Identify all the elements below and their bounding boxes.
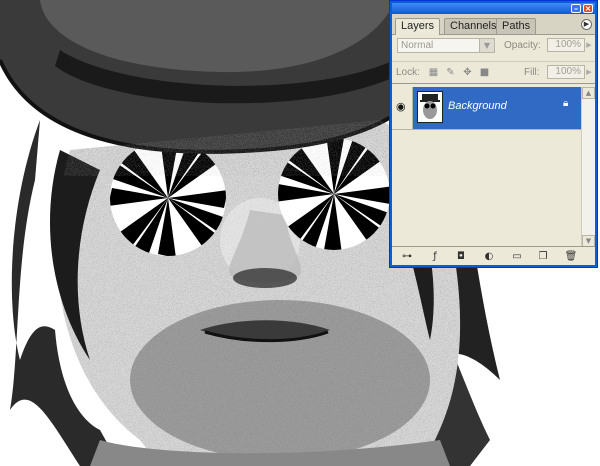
chevron-down-icon: ▼ <box>479 39 494 52</box>
blend-mode-value: Normal <box>401 40 434 51</box>
minimize-button[interactable]: – <box>571 4 581 13</box>
new-layer-icon[interactable]: ❐ <box>536 250 550 263</box>
new-group-icon[interactable]: ▭ <box>510 250 524 263</box>
fill-label: Fill: <box>524 67 540 78</box>
lock-all-icon[interactable]: ■ <box>479 67 490 78</box>
layer-row-background[interactable]: ◉ Background 🔒︎ <box>392 87 581 130</box>
palette-bottom-bar: ⊶ ƒ ◘ ◐ ▭ ❐ 🗑︎ <box>392 246 595 265</box>
palette-menu-icon[interactable]: ▶ <box>581 19 592 30</box>
palette-tabbar: Layers Channels Paths ▶ <box>392 14 595 35</box>
layer-mask-icon[interactable]: ◘ <box>454 250 468 263</box>
tab-paths[interactable]: Paths <box>496 18 537 34</box>
link-layers-icon[interactable]: ⊶ <box>400 250 414 263</box>
opacity-field[interactable]: 100% <box>547 38 585 52</box>
layers-palette: – × Layers Channels Paths ▶ Normal ▼ Opa… <box>389 0 598 268</box>
lock-pixels-icon[interactable]: ✎ <box>445 67 456 78</box>
layer-name: Background <box>448 100 507 112</box>
lock-label: Lock: <box>396 67 420 78</box>
layer-style-icon[interactable]: ƒ <box>428 250 442 263</box>
lock-icon: 🔒︎ <box>563 98 569 109</box>
adjustment-layer-icon[interactable]: ◐ <box>482 250 496 263</box>
delete-layer-icon[interactable]: 🗑︎ <box>564 250 578 263</box>
visibility-toggle[interactable]: ◉ <box>392 87 413 129</box>
layer-thumbnail <box>417 91 443 123</box>
opacity-label: Opacity: <box>504 40 541 51</box>
scroll-up-icon[interactable]: ▲ <box>582 87 595 99</box>
tab-layers[interactable]: Layers <box>395 18 441 35</box>
thumbnail-image <box>420 94 440 119</box>
blend-row: Normal ▼ Opacity: 100% ▶ <box>392 36 595 56</box>
tab-channels[interactable]: Channels <box>444 18 503 34</box>
close-button[interactable]: × <box>583 4 593 13</box>
eye-icon: ◉ <box>396 100 406 113</box>
palette-titlebar[interactable]: – × <box>392 3 595 14</box>
lock-row: Lock: ▦ ✎ ✥ ■ Fill: 100% ▶ <box>392 61 595 82</box>
blend-mode-select[interactable]: Normal ▼ <box>397 38 495 53</box>
layers-scrollbar[interactable]: ▲ ▼ <box>581 87 595 247</box>
fill-arrow-icon[interactable]: ▶ <box>585 65 593 79</box>
lock-transparent-icon[interactable]: ▦ <box>428 67 439 78</box>
lock-position-icon[interactable]: ✥ <box>462 67 473 78</box>
fill-field[interactable]: 100% <box>547 65 585 79</box>
layers-list: ◉ Background 🔒︎ ▲ ▼ <box>392 83 595 247</box>
opacity-arrow-icon[interactable]: ▶ <box>585 38 593 52</box>
